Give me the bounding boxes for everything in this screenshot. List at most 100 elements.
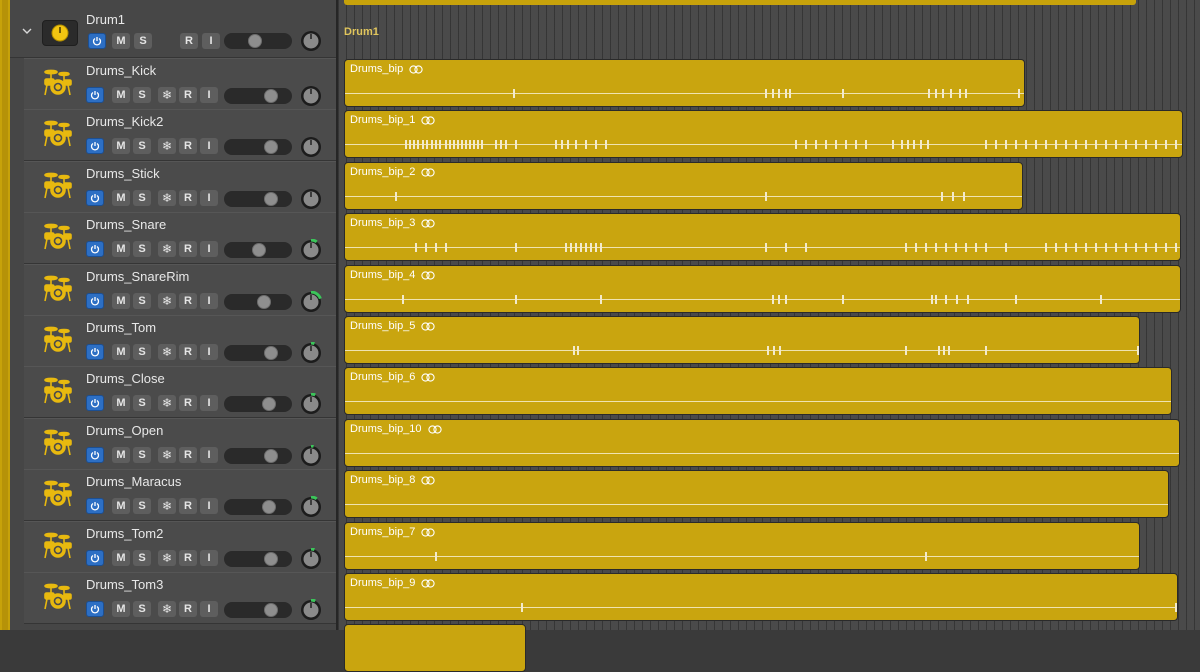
- solo-button[interactable]: S: [133, 138, 151, 154]
- record-button[interactable]: R: [179, 601, 197, 617]
- audio-region[interactable]: Drums_bip_9: [344, 573, 1178, 621]
- track-header[interactable]: Drums_Kick M S ❄ R I: [24, 58, 336, 110]
- power-button[interactable]: [86, 241, 104, 257]
- slider-thumb[interactable]: [264, 346, 278, 360]
- record-button[interactable]: R: [179, 550, 197, 566]
- record-button[interactable]: R: [179, 138, 197, 154]
- pan-knob[interactable]: [300, 599, 322, 621]
- mute-button[interactable]: M: [112, 344, 130, 360]
- slider-thumb[interactable]: [264, 140, 278, 154]
- power-button[interactable]: [86, 447, 104, 463]
- power-button[interactable]: [86, 190, 104, 206]
- mute-button[interactable]: M: [112, 87, 130, 103]
- solo-button[interactable]: S: [133, 550, 151, 566]
- freeze-button[interactable]: ❄: [158, 241, 176, 257]
- input-monitor-button[interactable]: I: [200, 138, 218, 154]
- solo-button[interactable]: S: [133, 241, 151, 257]
- record-button[interactable]: R: [179, 447, 197, 463]
- volume-slider[interactable]: [224, 551, 292, 567]
- volume-slider[interactable]: [224, 499, 292, 515]
- freeze-button[interactable]: ❄: [158, 344, 176, 360]
- pan-knob[interactable]: [300, 136, 322, 158]
- slider-thumb[interactable]: [264, 89, 278, 103]
- input-monitor-button[interactable]: I: [202, 33, 220, 49]
- track-header[interactable]: Drums_Tom2 M S ❄ R I: [24, 521, 336, 573]
- volume-slider[interactable]: [224, 448, 292, 464]
- power-button[interactable]: [86, 138, 104, 154]
- track-header[interactable]: Drums_Open M S ❄ R I: [24, 418, 336, 470]
- audio-region[interactable]: Drums_bip_2: [344, 162, 1023, 210]
- power-button[interactable]: [86, 550, 104, 566]
- solo-button[interactable]: S: [133, 447, 151, 463]
- track-header[interactable]: Drums_Stick M S ❄ R I: [24, 161, 336, 213]
- solo-button[interactable]: S: [133, 601, 151, 617]
- audio-region[interactable]: Drums_bip_4: [344, 265, 1181, 313]
- slider-thumb[interactable]: [248, 34, 262, 48]
- volume-slider[interactable]: [224, 602, 292, 618]
- solo-button[interactable]: S: [133, 190, 151, 206]
- power-button[interactable]: [88, 33, 106, 49]
- input-monitor-button[interactable]: I: [200, 241, 218, 257]
- track-header[interactable]: Drums_Tom M S ❄ R I: [24, 315, 336, 367]
- pan-knob[interactable]: [300, 30, 322, 52]
- pan-knob[interactable]: [300, 342, 322, 364]
- pan-knob[interactable]: [300, 291, 322, 313]
- track-header[interactable]: Drums_Tom3 M S ❄ R I: [24, 572, 336, 624]
- stack-summary-region[interactable]: [344, 0, 1136, 5]
- solo-button[interactable]: S: [134, 33, 152, 49]
- audio-region[interactable]: Drums_bip_8: [344, 470, 1169, 518]
- solo-button[interactable]: S: [133, 498, 151, 514]
- mute-button[interactable]: M: [112, 190, 130, 206]
- record-button[interactable]: R: [179, 87, 197, 103]
- slider-thumb[interactable]: [262, 500, 276, 514]
- volume-slider[interactable]: [224, 345, 292, 361]
- mute-button[interactable]: M: [112, 241, 130, 257]
- slider-thumb[interactable]: [252, 243, 266, 257]
- audio-region[interactable]: Drums_bip_3: [344, 213, 1181, 261]
- volume-slider[interactable]: [224, 396, 292, 412]
- solo-button[interactable]: S: [133, 293, 151, 309]
- record-button[interactable]: R: [179, 344, 197, 360]
- freeze-button[interactable]: ❄: [158, 138, 176, 154]
- track-header[interactable]: Drums_Kick2 M S ❄ R I: [24, 109, 336, 161]
- volume-slider[interactable]: [224, 294, 292, 310]
- pan-knob[interactable]: [300, 445, 322, 467]
- pan-knob[interactable]: [300, 496, 322, 518]
- timeline-area[interactable]: Drum1 Drums_bip Drums_bip_1 Drums_bip_2 …: [336, 0, 1200, 672]
- input-monitor-button[interactable]: I: [200, 395, 218, 411]
- track-header[interactable]: Drums_SnareRim M S ❄ R I: [24, 264, 336, 316]
- record-button[interactable]: R: [179, 395, 197, 411]
- mute-button[interactable]: M: [112, 138, 130, 154]
- input-monitor-button[interactable]: I: [200, 293, 218, 309]
- mute-button[interactable]: M: [112, 33, 130, 49]
- slider-thumb[interactable]: [264, 552, 278, 566]
- chevron-down-icon[interactable]: [22, 24, 32, 38]
- audio-region[interactable]: Drums_bip: [344, 59, 1025, 107]
- power-button[interactable]: [86, 498, 104, 514]
- solo-button[interactable]: S: [133, 344, 151, 360]
- audio-region[interactable]: Drums_bip_10: [344, 419, 1180, 467]
- input-monitor-button[interactable]: I: [200, 601, 218, 617]
- track-header[interactable]: Drums_Close M S ❄ R I: [24, 366, 336, 418]
- volume-slider[interactable]: [224, 242, 292, 258]
- slider-thumb[interactable]: [262, 397, 276, 411]
- slider-thumb[interactable]: [257, 295, 271, 309]
- solo-button[interactable]: S: [133, 87, 151, 103]
- power-button[interactable]: [86, 395, 104, 411]
- pan-knob[interactable]: [300, 239, 322, 261]
- stack-track-header[interactable]: Drum1 M S R I: [10, 0, 336, 58]
- mute-button[interactable]: M: [112, 293, 130, 309]
- freeze-button[interactable]: ❄: [158, 293, 176, 309]
- pan-knob[interactable]: [300, 188, 322, 210]
- input-monitor-button[interactable]: I: [200, 87, 218, 103]
- power-button[interactable]: [86, 87, 104, 103]
- freeze-button[interactable]: ❄: [158, 87, 176, 103]
- record-button[interactable]: R: [179, 498, 197, 514]
- freeze-button[interactable]: ❄: [158, 395, 176, 411]
- slider-thumb[interactable]: [264, 603, 278, 617]
- mute-button[interactable]: M: [112, 395, 130, 411]
- freeze-button[interactable]: ❄: [158, 447, 176, 463]
- audio-region[interactable]: Drums_bip_1: [344, 110, 1183, 158]
- record-button[interactable]: R: [179, 241, 197, 257]
- audio-region[interactable]: Drums_bip_5: [344, 316, 1140, 364]
